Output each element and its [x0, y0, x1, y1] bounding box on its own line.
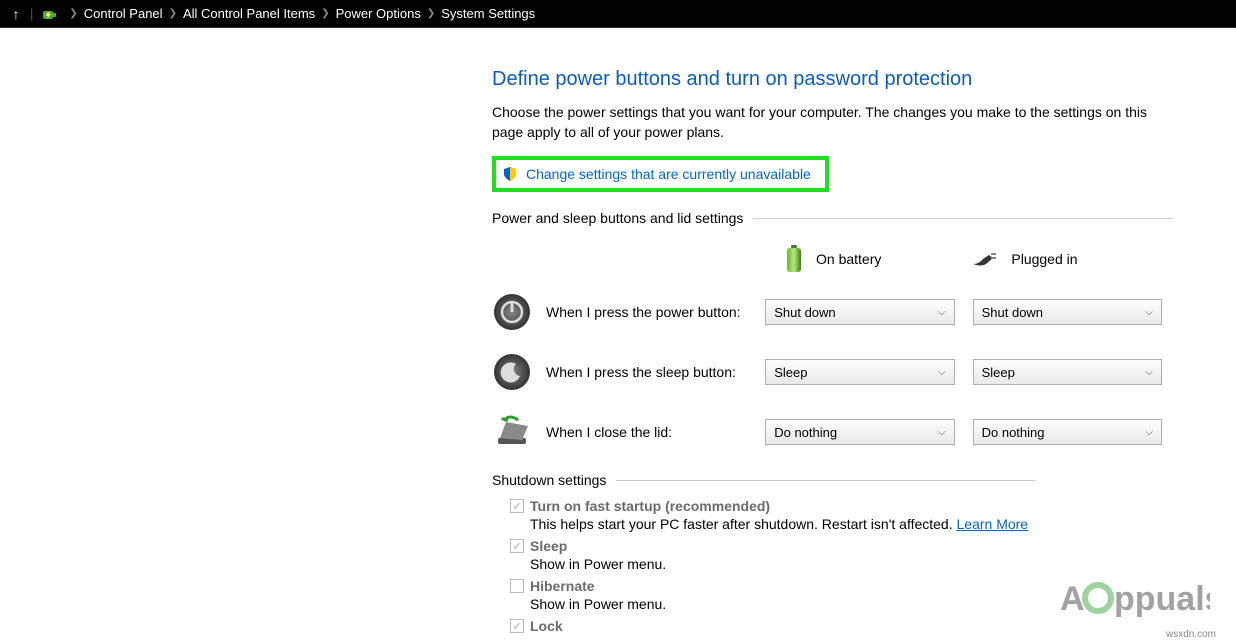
chevron-right-icon: ❯	[427, 8, 435, 19]
shield-icon	[502, 166, 518, 182]
lock-checkbox[interactable]: ✓	[510, 619, 524, 633]
close-lid-battery-dropdown[interactable]: Do nothing⌵	[765, 419, 954, 445]
power-button-icon	[492, 292, 532, 332]
chevron-right-icon: ❯	[69, 8, 77, 19]
fast-startup-title: Turn on fast startup (recommended)	[530, 498, 770, 514]
breadcrumb-item[interactable]: Control Panel	[84, 6, 163, 21]
close-lid-plugged-dropdown[interactable]: Do nothing⌵	[973, 419, 1162, 445]
breadcrumb-item[interactable]: System Settings	[441, 6, 535, 21]
power-section-label: Power and sleep buttons and lid settings	[492, 210, 1180, 226]
hibernate-title: Hibernate	[530, 578, 595, 594]
lock-item: ✓ Lock	[510, 618, 1180, 634]
chevron-down-icon: ⌵	[938, 367, 946, 378]
chevron-down-icon: ⌵	[1145, 367, 1153, 378]
svg-text:ppuals: ppuals	[1114, 580, 1210, 618]
sleep-button-row: When I press the sleep button: Sleep⌵ Sl…	[492, 352, 1180, 392]
shutdown-section-label: Shutdown settings	[492, 472, 1180, 488]
up-arrow-icon[interactable]: ↑	[6, 6, 26, 22]
sleep-button-icon	[492, 352, 532, 392]
change-settings-link[interactable]: Change settings that are currently unava…	[492, 156, 829, 192]
lock-title: Lock	[530, 618, 563, 634]
breadcrumb-item[interactable]: All Control Panel Items	[183, 6, 315, 21]
hibernate-checkbox[interactable]	[510, 579, 524, 593]
sleep-title: Sleep	[530, 538, 567, 554]
sleep-item: ✓ Sleep Show in Power menu.	[510, 538, 1180, 572]
svg-text:A: A	[1060, 580, 1085, 618]
chevron-down-icon: ⌵	[1145, 307, 1153, 318]
learn-more-link[interactable]: Learn More	[957, 516, 1029, 532]
on-battery-column-header: On battery	[782, 244, 881, 274]
breadcrumb: ↑ | ❯ Control Panel ❯ All Control Panel …	[0, 0, 1236, 28]
fast-startup-desc: This helps start your PC faster after sh…	[530, 516, 1180, 532]
battery-icon	[782, 244, 806, 274]
breadcrumb-item[interactable]: Power Options	[336, 6, 421, 21]
change-settings-link-text: Change settings that are currently unava…	[526, 166, 811, 182]
chevron-right-icon: ❯	[169, 8, 177, 19]
close-lid-row: When I close the lid: Do nothing⌵ Do not…	[492, 412, 1180, 452]
chevron-down-icon: ⌵	[1145, 427, 1153, 438]
power-button-battery-dropdown[interactable]: Shut down⌵	[765, 299, 954, 325]
close-lid-label: When I close the lid:	[546, 424, 765, 440]
page-description: Choose the power settings that you want …	[492, 103, 1172, 142]
chevron-down-icon: ⌵	[938, 307, 946, 318]
power-button-row: When I press the power button: Shut down…	[492, 292, 1180, 332]
plug-icon	[971, 250, 1001, 268]
appuals-logo: A ppuals	[1060, 570, 1210, 620]
chevron-right-icon: ❯	[321, 8, 329, 19]
sleep-checkbox[interactable]: ✓	[510, 539, 524, 553]
power-button-label: When I press the power button:	[546, 304, 765, 320]
laptop-lid-icon	[492, 412, 532, 452]
sleep-button-plugged-dropdown[interactable]: Sleep⌵	[973, 359, 1162, 385]
fast-startup-item: ✓ Turn on fast startup (recommended) Thi…	[510, 498, 1180, 532]
fast-startup-checkbox[interactable]: ✓	[510, 499, 524, 513]
page-title: Define power buttons and turn on passwor…	[492, 68, 1180, 91]
plugged-in-column-header: Plugged in	[971, 244, 1077, 274]
chevron-down-icon: ⌵	[938, 427, 946, 438]
watermark-text: wsxdn.com	[1166, 629, 1216, 640]
sleep-button-battery-dropdown[interactable]: Sleep⌵	[765, 359, 954, 385]
power-button-plugged-dropdown[interactable]: Shut down⌵	[973, 299, 1162, 325]
power-options-icon	[41, 5, 59, 23]
sleep-button-label: When I press the sleep button:	[546, 364, 765, 380]
